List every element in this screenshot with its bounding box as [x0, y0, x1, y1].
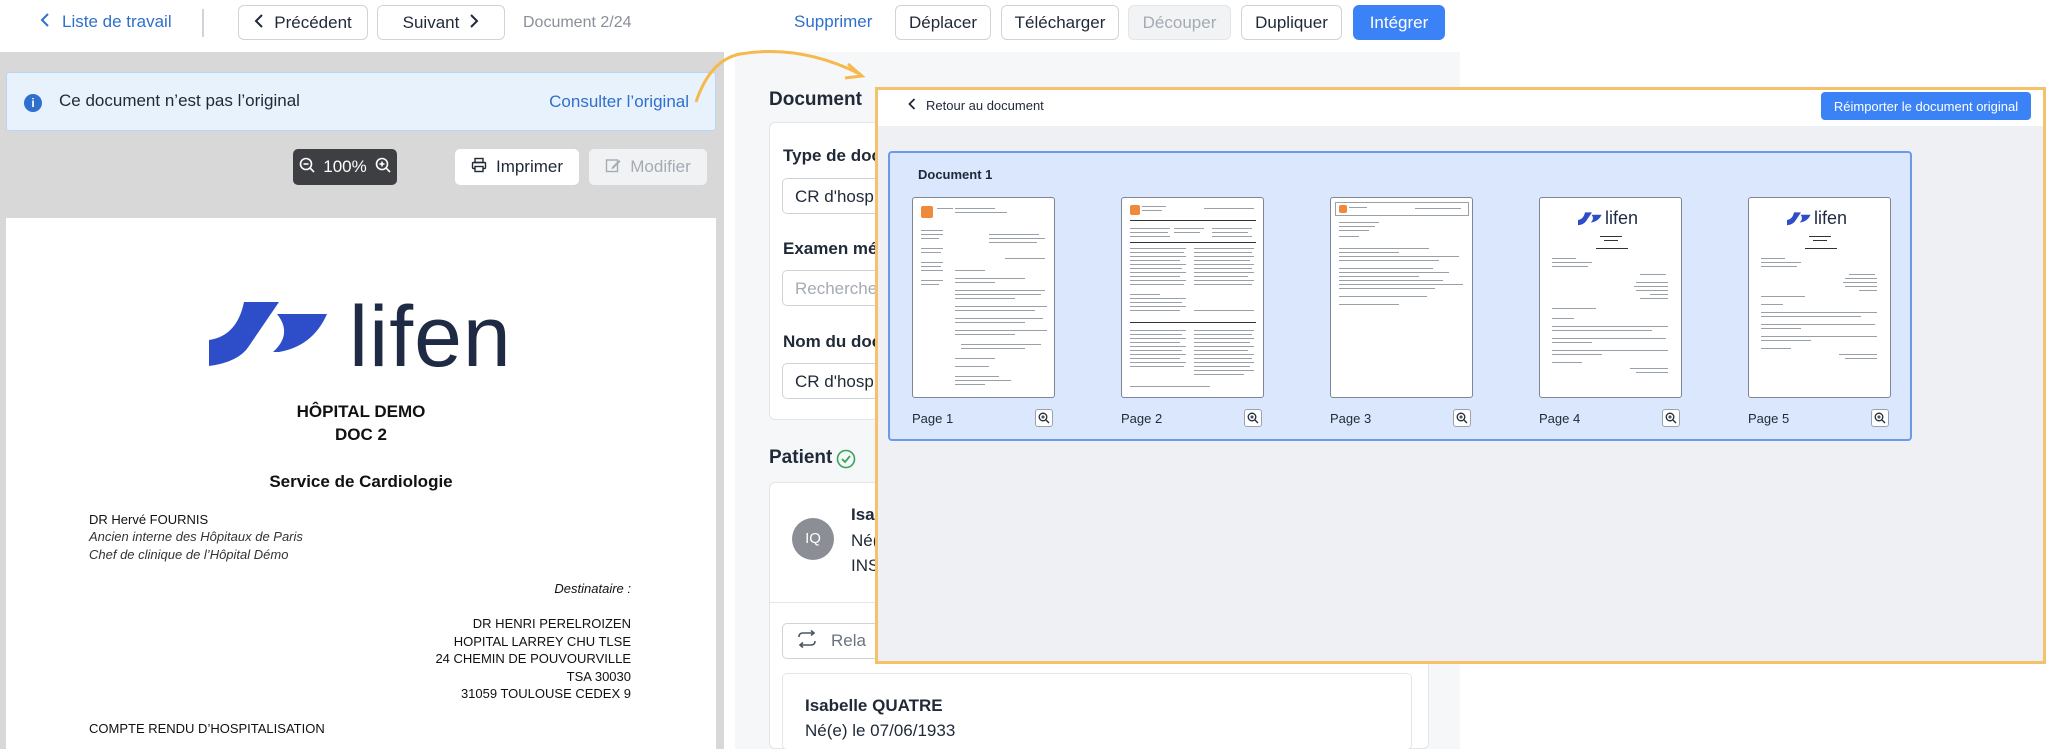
- info-icon: i: [24, 94, 42, 112]
- zoom-in-icon[interactable]: [1662, 409, 1680, 427]
- doctor-title-2: Chef de clinique de l’Hôpital Démo: [89, 547, 289, 562]
- lifen-logo-text: lifen: [1814, 208, 1848, 228]
- recipient-line: 31059 TOULOUSE CEDEX 9: [460, 686, 631, 701]
- highlight-arrow: [694, 50, 866, 103]
- toolbar-divider: [202, 9, 204, 37]
- next-label: Suivant: [402, 12, 460, 32]
- hospital-logo-icon: [921, 206, 933, 218]
- patient-full-name: Isabelle QUATRE: [805, 696, 943, 715]
- move-button[interactable]: Déplacer: [895, 5, 991, 40]
- page-label: Page 1: [912, 411, 954, 426]
- lifen-logo: lifen: [1578, 208, 1648, 230]
- zoom-in-icon[interactable]: [1035, 409, 1053, 427]
- chevron-left-icon: [254, 13, 264, 33]
- page-thumbnail[interactable]: [1121, 197, 1264, 398]
- split-button[interactable]: Découper: [1128, 5, 1231, 40]
- document-group-title: Document 1: [918, 167, 993, 182]
- previous-label: Précédent: [274, 12, 352, 32]
- page-label: Page 5: [1748, 411, 1790, 426]
- lifen-logo: lifen: [1787, 208, 1857, 230]
- service-name: Service de Cardiologie: [269, 472, 453, 491]
- hospital-logo-icon: [1130, 205, 1140, 215]
- next-button[interactable]: Suivant: [377, 5, 505, 40]
- view-original-link[interactable]: Consulter l’original: [549, 92, 689, 112]
- report-title: COMPTE RENDU D’HOSPITALISATION: [89, 721, 325, 736]
- original-document-panel: Retour au document Réimporter le documen…: [875, 87, 2046, 664]
- patient-verified-icon: [836, 449, 856, 474]
- chevron-left-icon: [40, 12, 50, 32]
- recipient-line: 24 CHEMIN DE POUVOURVILLE: [435, 651, 631, 666]
- edit-icon: [605, 157, 621, 178]
- doctor-title-1: Ancien interne des Hôpitaux de Paris: [89, 529, 303, 544]
- recipient-line: TSA 30030: [566, 669, 631, 684]
- page-thumbnail[interactable]: lifen: [1539, 197, 1682, 398]
- zoom-in-icon[interactable]: [1453, 409, 1471, 427]
- edit-label: Modifier: [630, 157, 691, 176]
- reimport-original-button[interactable]: Réimporter le document original: [1821, 92, 2031, 120]
- zoom-out-icon[interactable]: [299, 157, 315, 178]
- back-to-worklist-link[interactable]: Liste de travail: [40, 12, 172, 32]
- not-original-banner: i Ce document n’est pas l’original Consu…: [6, 72, 716, 131]
- document-group[interactable]: Document 1 Page 1 Page 2 Page 3 lifen Pa…: [888, 151, 1912, 441]
- zoom-in-icon[interactable]: [375, 157, 391, 178]
- lifen-logo-text: lifen: [1605, 208, 1639, 228]
- return-to-document-button[interactable]: Retour au document: [908, 98, 1044, 113]
- document-counter: Document 2/24: [523, 14, 632, 31]
- type-label: Type de doc: [783, 146, 881, 165]
- patient-short-name: Isa: [851, 505, 875, 524]
- edit-button[interactable]: Modifier: [589, 149, 707, 185]
- patient-birth-date: Né(e) le 07/06/1933: [805, 721, 956, 740]
- page-label: Page 3: [1330, 411, 1372, 426]
- zoom-in-icon[interactable]: [1871, 409, 1889, 427]
- document-page: lifen HÔPITAL DEMO DOC 2 Service de Card…: [6, 218, 716, 749]
- print-button[interactable]: Imprimer: [455, 149, 579, 185]
- page-thumbnail[interactable]: lifen: [1748, 197, 1891, 398]
- return-label: Retour au document: [926, 98, 1044, 113]
- hospital-name: HÔPITAL DEMO: [296, 402, 426, 421]
- patient-detail-box: Isabelle QUATRE Né(e) le 07/06/1933: [782, 673, 1412, 749]
- page-label: Page 2: [1121, 411, 1163, 426]
- lifen-logo: lifen: [209, 294, 529, 390]
- back-to-worklist-label: Liste de travail: [62, 12, 172, 31]
- report-header-box: [1335, 202, 1469, 216]
- zoom-control: 100%: [293, 149, 397, 185]
- name-label: Nom du doc: [783, 332, 882, 351]
- page-label: Page 4: [1539, 411, 1581, 426]
- chevron-right-icon: [469, 13, 479, 33]
- duplicate-button[interactable]: Dupliquer: [1241, 5, 1342, 40]
- doctor-name: DR Hervé FOURNIS: [89, 512, 209, 527]
- recipient-line: HOPITAL LARREY CHU TLSE: [453, 634, 631, 649]
- page-thumbnail[interactable]: [912, 197, 1055, 398]
- previous-button[interactable]: Précédent: [238, 5, 368, 40]
- doc-number: DOC 2: [335, 425, 387, 444]
- relink-label: Rela: [831, 631, 866, 650]
- recipient-label: Destinataire :: [554, 581, 631, 596]
- hospital-logo-icon: [1339, 205, 1347, 213]
- panel-header: Retour au document Réimporter le documen…: [878, 90, 2043, 126]
- print-label: Imprimer: [495, 157, 564, 176]
- integrate-button[interactable]: Intégrer: [1353, 5, 1445, 40]
- printer-icon: [471, 157, 487, 178]
- delete-button[interactable]: Supprimer: [794, 12, 872, 32]
- zoom-level: 100%: [323, 157, 367, 176]
- lifen-logo-text: lifen: [349, 289, 512, 385]
- recipient-line: DR HENRI PERELROIZEN: [472, 616, 631, 631]
- banner-message: Ce document n’est pas l’original: [59, 91, 300, 110]
- chevron-left-icon: [908, 98, 916, 113]
- patient-section-title: Patient: [769, 447, 833, 468]
- exam-label: Examen mé: [783, 239, 878, 258]
- page-thumbnail[interactable]: [1330, 197, 1473, 398]
- download-button[interactable]: Télécharger: [1001, 5, 1119, 40]
- zoom-in-icon[interactable]: [1244, 409, 1262, 427]
- app-root: Liste de travail Précédent Suivant Docum…: [0, 0, 2048, 749]
- patient-avatar: IQ: [792, 518, 834, 560]
- swap-icon: [797, 629, 817, 653]
